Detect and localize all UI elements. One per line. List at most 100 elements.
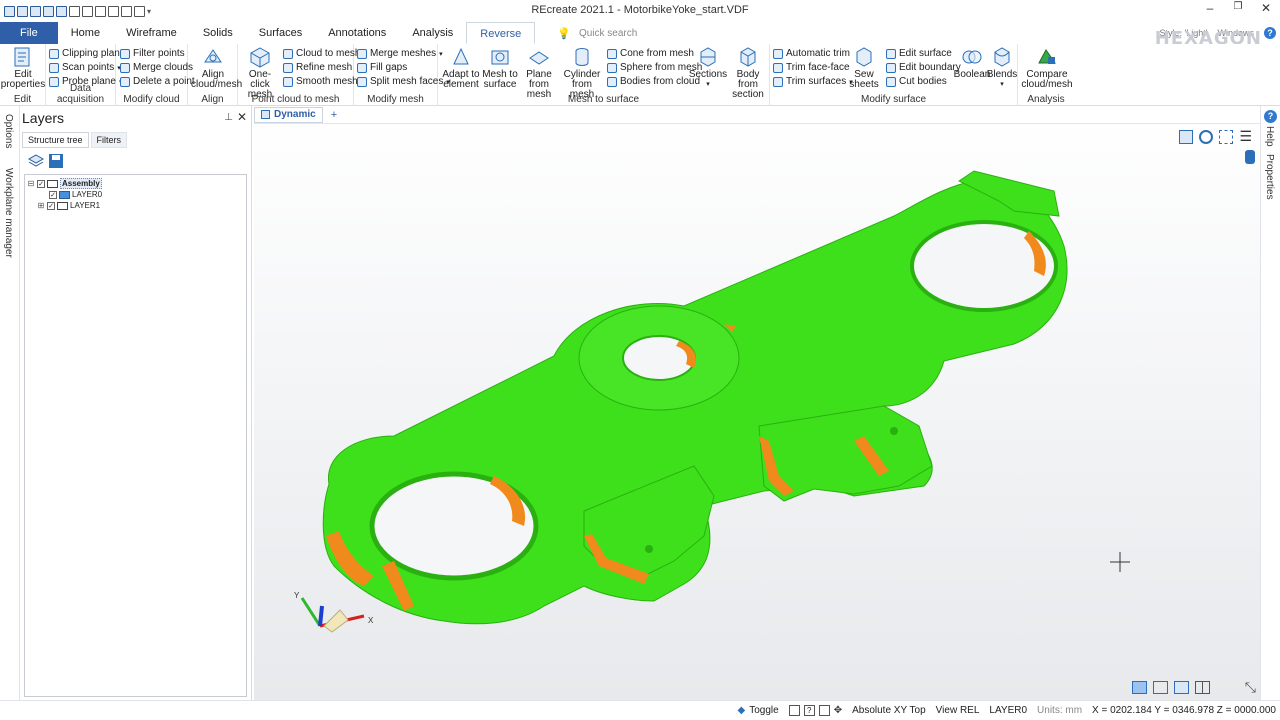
split-mesh-faces-button[interactable]: Split mesh faces ▾: [357, 75, 450, 88]
filter-points-button[interactable]: Filter points: [120, 47, 185, 60]
fit-view-icon[interactable]: [1219, 129, 1234, 144]
redo-icon[interactable]: [108, 5, 119, 17]
expand-icon[interactable]: ⊞: [37, 201, 45, 210]
undo-icon[interactable]: [95, 5, 106, 17]
shaded-mode-icon[interactable]: [1132, 681, 1147, 694]
db-icon[interactable]: [1245, 150, 1255, 164]
merge-meshes-button[interactable]: Merge meshes ▾: [357, 47, 443, 60]
multi-view-icon[interactable]: [1195, 681, 1210, 694]
layer1-checkbox[interactable]: ✓: [47, 201, 55, 210]
boolean-button[interactable]: Boolean: [954, 46, 990, 80]
help-tool-icon[interactable]: ?: [803, 705, 815, 716]
adapt-to-element-button[interactable]: Adapt to element: [440, 46, 482, 90]
workplane-manager-tab[interactable]: Workplane manager: [3, 168, 14, 258]
tab-reverse[interactable]: Reverse: [466, 22, 536, 44]
plane-from-mesh-button[interactable]: Plane from mesh: [520, 46, 558, 100]
save-icon[interactable]: [30, 5, 41, 17]
layers-stack-icon[interactable]: [28, 153, 44, 169]
open-file-icon[interactable]: [17, 5, 28, 17]
tab-surfaces[interactable]: Surfaces: [246, 22, 315, 44]
view-cube-icon[interactable]: [1179, 129, 1194, 144]
save-layers-icon[interactable]: [48, 153, 64, 169]
3d-viewport[interactable]: Dynamic + Y X ☰ ⤡: [254, 106, 1260, 700]
edit-boundary-button[interactable]: Edit boundary: [886, 61, 961, 74]
paste-icon[interactable]: [134, 5, 145, 17]
print-icon[interactable]: [56, 5, 67, 17]
cut-icon[interactable]: [69, 5, 80, 17]
view-ref-selector[interactable]: View REL: [936, 705, 980, 716]
assembly-checkbox[interactable]: ✓: [37, 179, 45, 188]
help-circle-icon[interactable]: ?: [1264, 110, 1277, 123]
tab-structure-tree[interactable]: Structure tree: [22, 132, 89, 148]
edit-boundary-label: Edit boundary: [899, 62, 961, 73]
tool-icon-2[interactable]: [818, 705, 830, 716]
workplane-icon[interactable]: ✥: [834, 705, 842, 716]
quick-search-placeholder: Quick search: [578, 27, 638, 39]
tab-wireframe[interactable]: Wireframe: [113, 22, 190, 44]
tab-solids[interactable]: Solids: [190, 22, 246, 44]
new-file-icon[interactable]: [4, 5, 15, 17]
cone-from-mesh-button[interactable]: Cone from mesh: [607, 47, 694, 60]
copy-icon[interactable]: [82, 5, 93, 17]
merge-clouds-button[interactable]: Merge clouds: [120, 61, 193, 74]
cloud-to-mesh-button[interactable]: Cloud to mesh: [283, 47, 360, 60]
save-as-icon[interactable]: [43, 5, 54, 17]
delete-icon[interactable]: [121, 5, 132, 17]
zoom-icon[interactable]: [1199, 129, 1214, 144]
refine-mesh-button[interactable]: Refine mesh: [283, 61, 352, 74]
cylinder-from-mesh-button[interactable]: Cylinder from mesh: [560, 46, 604, 100]
fill-gaps-button[interactable]: Fill gaps: [357, 61, 407, 74]
minimize-button[interactable]: –: [1196, 1, 1224, 15]
automatic-trim-button[interactable]: Automatic trim: [773, 47, 850, 60]
help-icon[interactable]: ?: [1264, 27, 1276, 39]
close-button[interactable]: ✕: [1252, 1, 1280, 15]
body-from-section-button[interactable]: Body from section: [726, 46, 770, 100]
compare-cloud-mesh-button[interactable]: Compare cloud/mesh: [1020, 46, 1074, 90]
trim-surfaces-icon: [773, 76, 783, 87]
clipping-plane-button[interactable]: Clipping plane: [49, 47, 125, 60]
tab-filters[interactable]: Filters: [90, 132, 128, 148]
one-click-mesh-button[interactable]: One-click mesh: [240, 46, 280, 100]
trim-surfaces-button[interactable]: Trim surfaces ▾: [773, 75, 853, 88]
tab-home[interactable]: Home: [58, 22, 113, 44]
tab-file[interactable]: File: [0, 22, 58, 44]
view-selector[interactable]: Absolute XY Top: [852, 705, 926, 716]
delete-point-button[interactable]: Delete a point: [120, 75, 195, 88]
trim-face-face-button[interactable]: Trim face-face: [773, 61, 850, 74]
sections-button[interactable]: Sections ▾: [689, 46, 727, 90]
mesh-to-surface-button[interactable]: Mesh to surface: [481, 46, 519, 90]
properties-tab[interactable]: Properties: [1264, 154, 1275, 200]
help-tab[interactable]: Help: [1264, 126, 1275, 147]
scan-points-button[interactable]: Scan points▾: [49, 61, 121, 74]
quick-search[interactable]: 💡 Quick search: [557, 22, 637, 44]
tab-analysis[interactable]: Analysis: [399, 22, 466, 44]
active-layer[interactable]: LAYER0: [989, 705, 1027, 716]
toggle-control[interactable]: ◆ Toggle: [738, 705, 779, 716]
tree-item-assembly[interactable]: ⊟ ✓ Assembly: [27, 178, 102, 189]
blends-button[interactable]: Blends ▾: [986, 46, 1018, 90]
restore-button[interactable]: ❐: [1224, 1, 1252, 12]
layer0-checkbox[interactable]: ✓: [49, 190, 57, 199]
resize-corner-icon[interactable]: ⤡: [1245, 679, 1256, 696]
options-tab[interactable]: Options: [3, 114, 14, 148]
pin-icon[interactable]: ⊥: [224, 112, 233, 123]
group-modify-cloud-caption: Modify cloud: [123, 94, 180, 105]
smooth-mesh-button[interactable]: Smooth mesh: [283, 75, 358, 88]
close-panel-icon[interactable]: ✕: [237, 110, 247, 124]
sew-sheets-button[interactable]: Sew sheets: [846, 46, 882, 90]
tab-annotations[interactable]: Annotations: [315, 22, 399, 44]
collapse-icon[interactable]: ⊟: [27, 179, 35, 188]
tool-icon-1[interactable]: [788, 705, 800, 716]
cut-bodies-button[interactable]: Cut bodies: [886, 75, 947, 88]
tree-item-layer0[interactable]: ✓ LAYER0: [49, 189, 102, 200]
hidden-line-mode-icon[interactable]: [1174, 681, 1189, 694]
tree-item-layer1[interactable]: ⊞ ✓ LAYER1: [37, 200, 100, 211]
qat-customize-icon[interactable]: ▾: [147, 7, 151, 16]
align-cloud-mesh-button[interactable]: Align cloud/mesh: [190, 46, 242, 90]
edit-surface-button[interactable]: Edit surface: [886, 47, 952, 60]
bodies-from-cloud-button[interactable]: Bodies from cloud: [607, 75, 700, 88]
menu-icon[interactable]: ☰: [1239, 128, 1252, 145]
motorbike-yoke-mesh[interactable]: Y X: [254, 106, 1260, 700]
wireframe-mode-icon[interactable]: [1153, 681, 1168, 694]
edit-properties-button[interactable]: Edit properties: [1, 46, 45, 90]
